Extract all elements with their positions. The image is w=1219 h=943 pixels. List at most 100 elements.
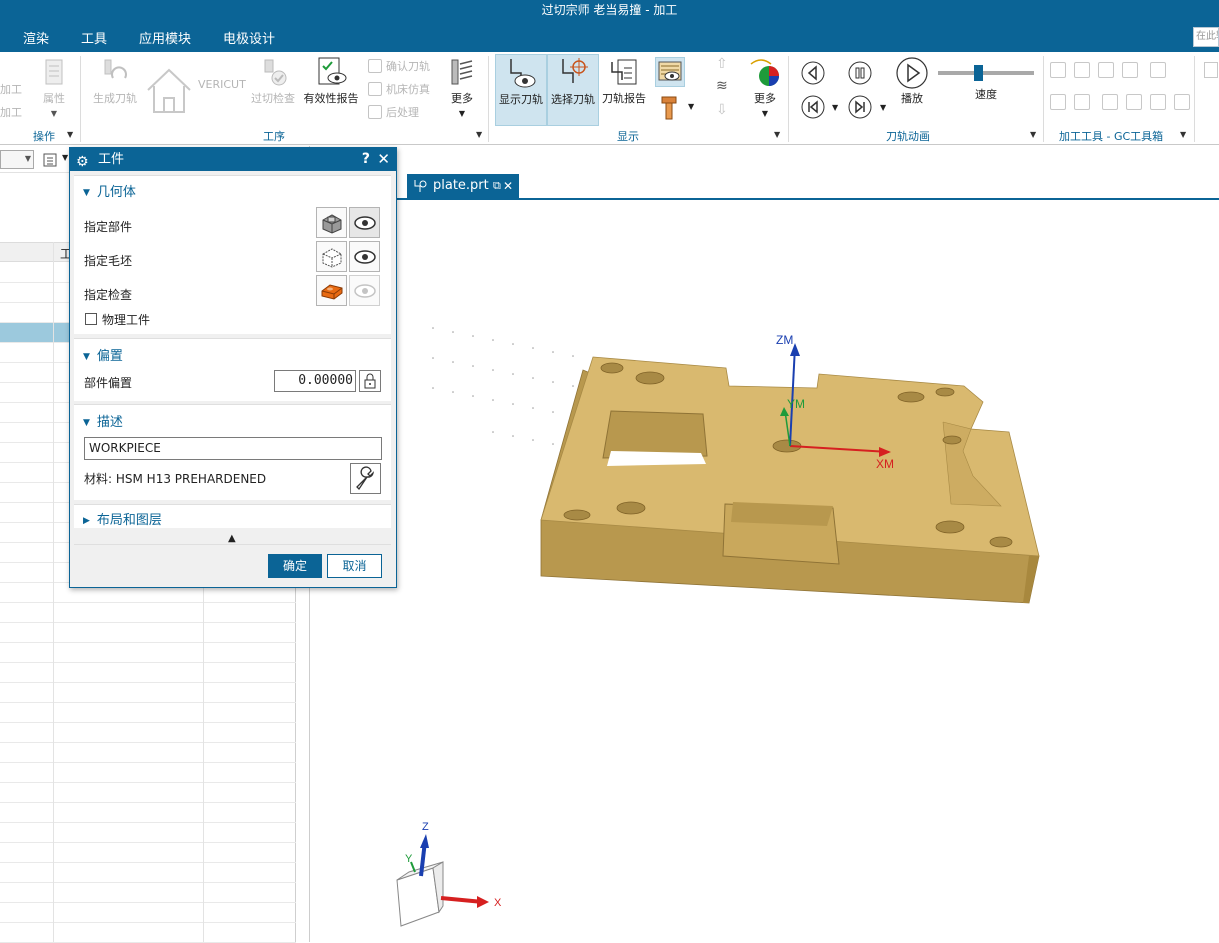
specify-blank-button[interactable] [316, 241, 347, 272]
gc-tool-7-icon[interactable] [1074, 94, 1090, 110]
gc-tool-3-icon[interactable] [1098, 62, 1114, 78]
navigator-row[interactable] [0, 843, 296, 863]
help-icon[interactable]: ? [362, 148, 370, 171]
graphics-window[interactable]: plate.prt ⧉ ✕ ZM YM XM Z Y X [311, 146, 1219, 942]
gc-tool-4-icon[interactable] [1122, 62, 1138, 78]
validity-report-button[interactable]: 有效性报告 [302, 56, 360, 106]
navigator-row[interactable] [0, 803, 296, 823]
menu-render[interactable]: 渲染 [23, 28, 49, 47]
generate-path-button[interactable]: 生成刀轨 [90, 56, 140, 106]
play-icon [896, 57, 928, 89]
navigator-row[interactable] [0, 603, 296, 623]
geometry-section-header[interactable]: ▼ 几何体 [83, 181, 136, 200]
navigator-filter-combo[interactable] [0, 150, 34, 169]
layers-icon[interactable]: ≋ [716, 78, 728, 94]
attributes-button[interactable]: 属性 ▼ [32, 56, 76, 119]
command-search-input[interactable]: 在此输 [1193, 27, 1219, 47]
lock-button[interactable] [359, 370, 381, 392]
gc-tool-2-icon[interactable] [1074, 62, 1090, 78]
skip-end-icon[interactable] [848, 95, 872, 119]
confirm-path-button[interactable]: 确认刀轨 [368, 58, 430, 74]
arrow-down-icon[interactable]: ⇩ [716, 102, 728, 118]
speed-slider[interactable] [938, 65, 1034, 81]
navigator-row[interactable] [0, 763, 296, 783]
navigator-view-dropdown-icon[interactable]: ▼ [62, 153, 68, 162]
show-check-button[interactable] [349, 275, 380, 306]
navigator-row[interactable] [0, 683, 296, 703]
navigator-row[interactable] [0, 863, 296, 883]
select-path-button[interactable]: 选择刀轨 [547, 54, 599, 126]
arrow-up-icon[interactable]: ⇧ [716, 56, 728, 72]
show-path-icon [510, 59, 536, 88]
partial-tool-icon[interactable] [1204, 62, 1218, 78]
navigator-row[interactable] [0, 703, 296, 723]
gc-tool-9-icon[interactable] [1126, 94, 1142, 110]
ops-item-2[interactable]: 加工 [0, 104, 22, 120]
display-group-expand-icon[interactable]: ▼ [774, 130, 780, 139]
dialog-title-bar[interactable]: ⚙ 工件 ? ✕ [70, 148, 396, 171]
menu-electrode-design[interactable]: 电极设计 [223, 28, 275, 47]
navigator-row[interactable] [0, 923, 296, 943]
gc-tool-11-icon[interactable] [1174, 94, 1190, 110]
description-section-header[interactable]: ▼ 描述 [83, 411, 123, 430]
gouge-check-button[interactable]: 过切检查 [248, 56, 298, 106]
tool-display-button[interactable]: ▼ [660, 96, 700, 120]
layout-layers-section-header[interactable]: ▶ 布局和图层 [83, 509, 162, 528]
material-edit-button[interactable] [350, 463, 381, 494]
path-report-button[interactable]: 刀轨报告 [600, 56, 648, 106]
view-triad[interactable]: Z Y X [396, 821, 502, 927]
speed-slider-thumb[interactable] [974, 65, 984, 81]
gc-tool-5-icon[interactable] [1150, 62, 1166, 78]
play-button[interactable]: 播放 [894, 56, 930, 106]
gc-tool-1-icon[interactable] [1050, 62, 1066, 78]
pause-icon[interactable] [848, 61, 872, 85]
ops-group-expand-icon[interactable]: ▼ [67, 130, 73, 139]
process-more-button[interactable]: 更多 ▼ [444, 56, 480, 119]
step-back-icon[interactable] [801, 61, 825, 85]
physical-workpiece-checkbox[interactable] [85, 313, 97, 325]
skip-start-icon[interactable] [801, 95, 825, 119]
specify-part-button[interactable] [316, 207, 347, 238]
navigator-row[interactable] [0, 643, 296, 663]
ok-button[interactable]: 确定 [268, 554, 322, 578]
skip-start-dropdown-icon[interactable]: ▼ [832, 103, 838, 112]
show-path-button[interactable]: 显示刀轨 [495, 54, 547, 126]
display-more-button[interactable]: 更多 ▼ [746, 56, 784, 119]
navigator-row[interactable] [0, 903, 296, 923]
navigator-view-icon[interactable] [42, 152, 58, 168]
navigator-row[interactable] [0, 743, 296, 763]
part-offset-input[interactable]: 0.00000 [274, 370, 356, 392]
cancel-button[interactable]: 取消 [327, 554, 382, 578]
description-input[interactable]: WORKPIECE [84, 437, 382, 460]
skip-end-dropdown-icon[interactable]: ▼ [880, 103, 886, 112]
postprocess-button[interactable]: 后处理 [368, 104, 419, 120]
navigator-row[interactable] [0, 883, 296, 903]
tool-display-icon [661, 96, 677, 120]
navigator-row[interactable] [0, 663, 296, 683]
ops-item-1[interactable]: 加工 [0, 81, 22, 97]
menu-app-modules[interactable]: 应用模块 [139, 28, 191, 47]
navigator-row[interactable] [0, 623, 296, 643]
tools-group-expand-icon[interactable]: ▼ [1180, 130, 1186, 139]
gc-tool-6-icon[interactable] [1050, 94, 1066, 110]
eye-icon [354, 216, 376, 230]
path-shade-button[interactable] [655, 57, 685, 87]
process-group-expand-icon[interactable]: ▼ [476, 130, 482, 139]
gc-tool-10-icon[interactable] [1150, 94, 1166, 110]
collapse-dialog-icon[interactable]: ▲ [228, 533, 236, 544]
menu-tools[interactable]: 工具 [81, 28, 107, 47]
offset-section-header[interactable]: ▼ 偏置 [83, 345, 123, 364]
specify-check-button[interactable] [316, 275, 347, 306]
navigator-row[interactable] [0, 783, 296, 803]
group-divider [80, 56, 81, 142]
navigator-row[interactable] [0, 823, 296, 843]
part-model[interactable]: ZM YM XM Z Y X [311, 146, 1219, 942]
show-blank-button[interactable] [349, 241, 380, 272]
show-part-button[interactable] [349, 207, 380, 238]
gc-tool-8-icon[interactable] [1102, 94, 1118, 110]
navigator-row[interactable] [0, 723, 296, 743]
close-icon[interactable]: ✕ [377, 148, 390, 171]
speed-label: 速度 [975, 88, 997, 101]
animation-group-expand-icon[interactable]: ▼ [1030, 130, 1036, 139]
machine-sim-button[interactable]: 机床仿真 [368, 81, 430, 97]
